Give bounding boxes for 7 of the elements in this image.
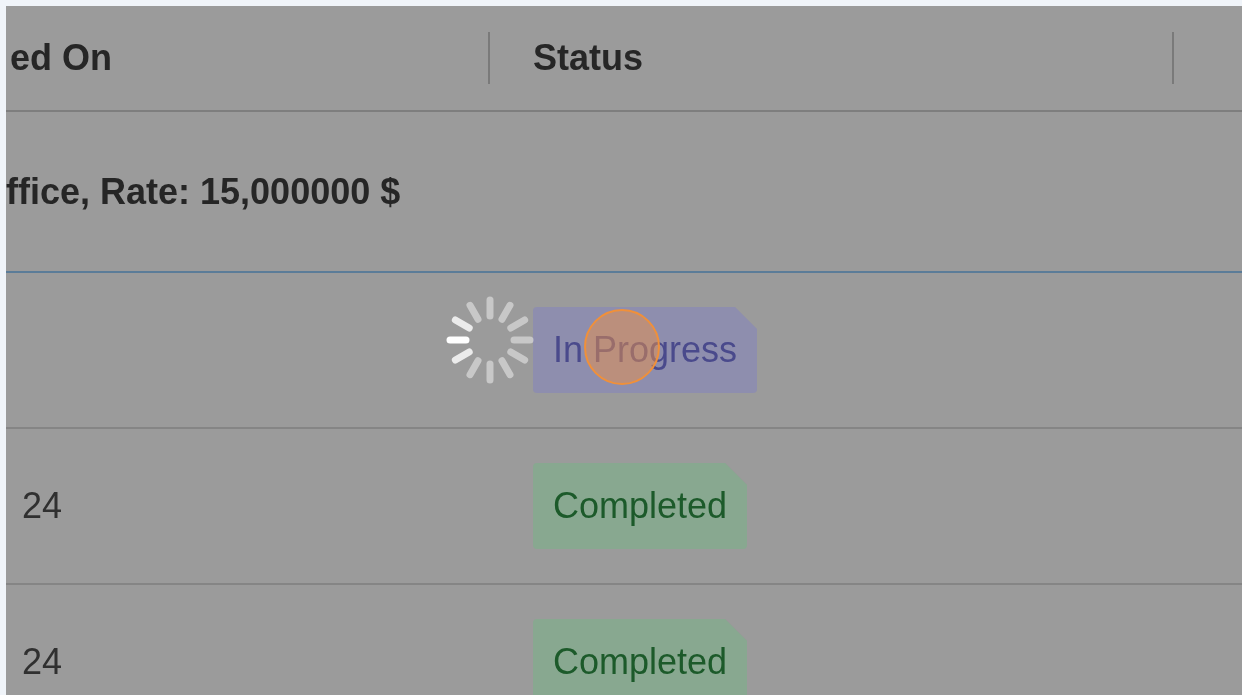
date-cell: 24 [22, 485, 63, 526]
date-cell: 24 [22, 641, 63, 682]
status-badge: Completed [533, 619, 748, 695]
column-header[interactable]: Status [490, 31, 644, 85]
status-badge: Completed [533, 463, 748, 549]
group-header: ffice, Rate: 15,000000 $ [6, 169, 401, 214]
column-header[interactable]: ed On [6, 31, 112, 85]
